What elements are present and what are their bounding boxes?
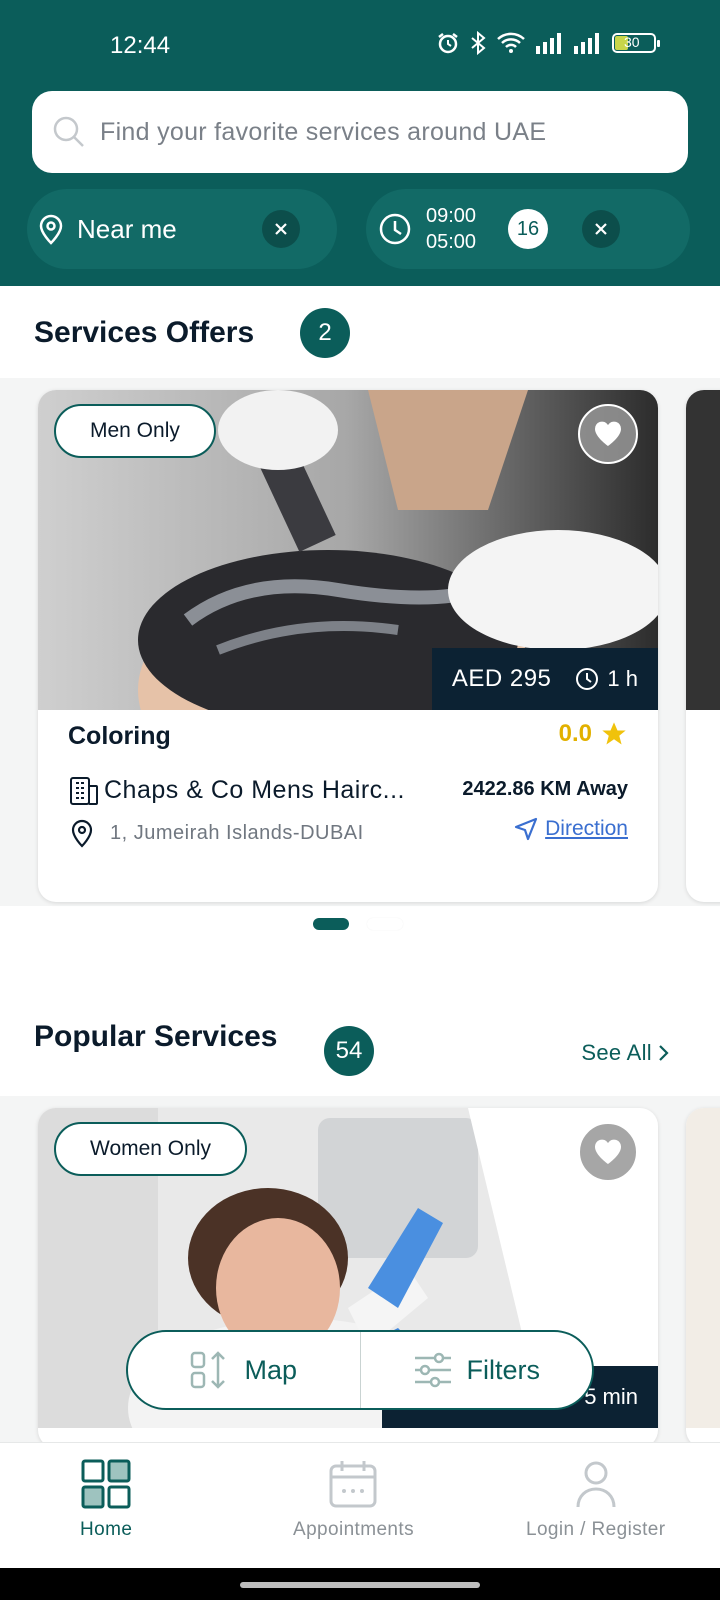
close-icon (595, 223, 607, 235)
offers-carousel[interactable]: Men Only AED 295 1 h Coloring 0.0 Chaps … (0, 378, 720, 906)
status-bar: 12:44 30 (0, 0, 720, 90)
status-time: 12:44 (110, 32, 171, 59)
direction-link[interactable]: Direction (513, 816, 628, 842)
time-end: 05:00 (426, 231, 477, 253)
location-filter-chip[interactable]: Near me (27, 189, 337, 269)
offer-distance: 2422.86 KM Away (462, 778, 628, 800)
offer-card-next-peek[interactable] (686, 390, 720, 902)
heart-icon (594, 1139, 622, 1164)
nav-appointments-label: Appointments (293, 1519, 414, 1540)
battery-icon: 30 (612, 33, 660, 53)
offer-service-name: Coloring (68, 722, 171, 750)
close-icon (275, 223, 287, 235)
pager-dot[interactable] (367, 918, 403, 930)
offer-duration: 1 h (575, 666, 638, 692)
search-icon (53, 116, 84, 147)
map-button[interactable]: Map (128, 1332, 360, 1408)
bottom-navigation: Home Appointments Login / Register (0, 1442, 720, 1568)
time-start: 09:00 (426, 205, 477, 227)
calendar-icon (329, 1461, 377, 1508)
time-range: 09:00 05:00 (426, 203, 476, 255)
offer-rating-value: 0.0 (558, 720, 592, 747)
offer-favorite-button[interactable] (578, 404, 638, 464)
alarm-icon (438, 33, 458, 54)
app-header: 12:44 30 Find your favorite services aro… (0, 0, 720, 286)
see-all-link[interactable]: See All (581, 1040, 670, 1066)
map-label: Map (244, 1354, 298, 1385)
offer-address-text: 1, Jumeirah Islands-DUBAI (110, 821, 364, 844)
popular-count-badge: 54 (324, 1026, 374, 1076)
filters-label: Filters (466, 1354, 541, 1385)
pager-dot-active[interactable] (313, 918, 349, 930)
chevron-right-icon (659, 1045, 669, 1061)
offer-address: 1, Jumeirah Islands-DUBAI (68, 818, 364, 848)
location-filter-label: Near me (77, 213, 177, 244)
filters-button[interactable]: Filters (361, 1332, 593, 1408)
signal-icon (536, 33, 561, 54)
clear-time-button[interactable] (582, 210, 620, 248)
star-icon (602, 722, 626, 745)
location-pin-icon (39, 214, 63, 245)
nav-login-register[interactable]: Login / Register (526, 1459, 665, 1541)
time-filter-chip[interactable]: 09:00 05:00 16 (366, 189, 690, 269)
search-input[interactable]: Find your favorite services around UAE (32, 91, 688, 173)
offer-price-bar: AED 295 1 h (431, 648, 658, 710)
see-all-label: See All (581, 1040, 652, 1065)
offers-section-title: Services Offers (34, 316, 255, 349)
popular-card-next-peek[interactable] (686, 1108, 720, 1448)
building-icon (70, 777, 98, 805)
popular-section-title: Popular Services (34, 1020, 278, 1053)
home-gesture-handle[interactable] (240, 1582, 480, 1588)
heart-icon (594, 421, 622, 446)
map-layout-icon (191, 1351, 226, 1389)
direction-label: Direction (545, 817, 628, 840)
offer-gender-tag: Men Only (54, 404, 216, 458)
signal-icon-2 (574, 33, 599, 54)
search-placeholder: Find your favorite services around UAE (100, 117, 547, 146)
popular-favorite-button[interactable] (578, 1122, 638, 1182)
offer-duration-text: 1 h (607, 666, 638, 691)
location-pin-icon (71, 819, 93, 848)
battery-level: 30 (624, 34, 640, 50)
offer-card[interactable]: Men Only AED 295 1 h Coloring 0.0 Chaps … (38, 390, 658, 902)
system-navigation-bar (0, 1568, 720, 1600)
sliders-icon (414, 1352, 451, 1388)
popular-gender-tag: Women Only (54, 1122, 247, 1176)
offer-salon-name: Chaps & Co Mens Hairc... (104, 775, 405, 804)
offer-rating: 0.0 (559, 720, 628, 748)
nav-appointments[interactable]: Appointments (293, 1459, 414, 1541)
time-count-badge: 16 (508, 209, 548, 249)
map-filters-toggle: Map Filters (126, 1330, 594, 1410)
offers-count-badge: 2 (300, 308, 350, 358)
user-icon (576, 1461, 616, 1508)
grid-icon (81, 1459, 131, 1509)
offer-salon[interactable]: Chaps & Co Mens Hairc... (68, 774, 405, 806)
status-icons: 30 (436, 31, 660, 55)
nav-home-label: Home (80, 1519, 133, 1540)
navigation-arrow-icon (515, 817, 538, 841)
clock-icon (379, 213, 411, 245)
offer-price: AED 295 (451, 665, 552, 692)
popular-duration-text: 5 min (584, 1384, 638, 1409)
bluetooth-icon (471, 31, 486, 55)
wifi-icon (497, 32, 525, 53)
clear-location-button[interactable] (262, 210, 300, 248)
nav-home[interactable]: Home (80, 1459, 132, 1541)
clock-icon (576, 668, 599, 690)
offers-pager (313, 918, 403, 930)
nav-login-label: Login / Register (526, 1519, 666, 1540)
